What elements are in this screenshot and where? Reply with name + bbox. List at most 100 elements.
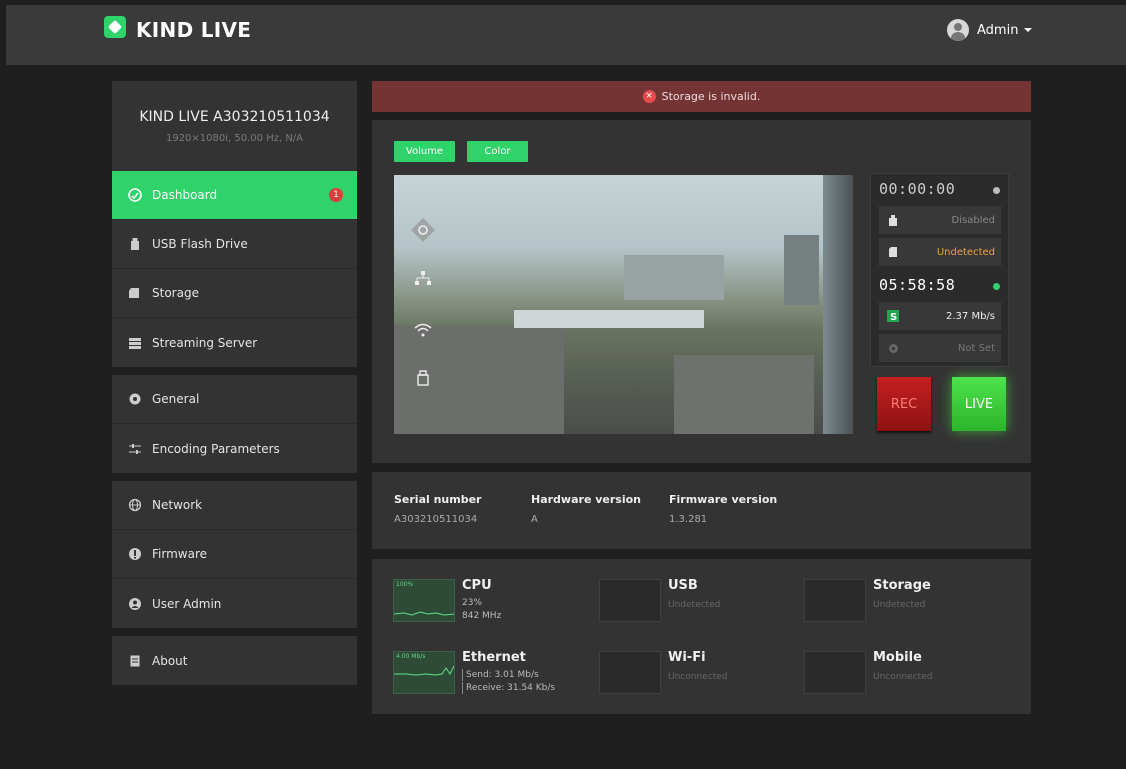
sidebar-item-encoding-parameters[interactable]: Encoding Parameters	[112, 424, 357, 473]
stream-timer: 05:58:58	[879, 276, 956, 294]
status-panel: 00:00:00 Disabled Undetected 05:58:58 S …	[870, 173, 1009, 367]
wifi-monitor-status: Unconnected	[668, 672, 728, 682]
live-button[interactable]: LIVE	[952, 377, 1006, 431]
server-icon	[128, 336, 142, 350]
device-name: KIND LIVE A303210511034	[139, 109, 330, 125]
cpu-usage: 23%	[462, 598, 483, 608]
sidebar-item-label: Encoding Parameters	[152, 441, 280, 456]
sd-card-icon	[887, 246, 899, 258]
ethernet-receive: Receive: 31.54 Kb/s	[462, 682, 555, 694]
storage-alert: × Storage is invalid.	[372, 81, 1031, 112]
volume-button[interactable]: Volume	[394, 141, 455, 162]
hardware-value: A	[531, 514, 538, 525]
stream-icon: S	[887, 310, 899, 322]
color-button[interactable]: Color	[467, 141, 528, 162]
server-status: Not Set	[957, 342, 995, 354]
storage-title: Storage	[873, 578, 931, 593]
alert-message: Storage is invalid.	[661, 90, 761, 103]
device-header: KIND LIVE A303210511034 1920×1080i, 50.0…	[112, 81, 357, 171]
svg-text:S: S	[890, 312, 897, 322]
device-info-panel	[372, 472, 1031, 549]
usb-title: USB	[668, 578, 698, 593]
cpu-title: CPU	[462, 578, 492, 593]
user-icon	[128, 597, 142, 611]
storage-monitor-status: Undetected	[873, 600, 926, 610]
sidebar-item-about[interactable]: About	[112, 636, 357, 685]
usb-status: Disabled	[951, 214, 995, 226]
usb-icon	[128, 237, 142, 251]
cpu-frequency: 842 MHz	[462, 611, 502, 621]
sidebar-item-label: Streaming Server	[152, 335, 258, 350]
sidebar-item-dashboard[interactable]: Dashboard 1	[112, 171, 357, 220]
sidebar-group-settings: General Encoding Parameters	[112, 375, 357, 473]
sidebar-group-system: Network Firmware User Admin	[112, 481, 357, 628]
sidebar-item-label: Network	[152, 498, 203, 512]
sidebar-item-label: Storage	[152, 286, 199, 300]
ethernet-send: Send: 3.01 Mb/s	[462, 669, 539, 681]
firmware-label: Firmware version	[669, 493, 778, 506]
chevron-down-icon	[1024, 28, 1033, 32]
sliders-icon	[128, 442, 142, 456]
usb-monitor-status: Undetected	[668, 600, 721, 610]
camera-icon	[408, 215, 438, 245]
rec-button[interactable]: REC	[877, 377, 931, 431]
sidebar-item-firmware[interactable]: Firmware	[112, 530, 357, 579]
cpu-graph-line	[394, 611, 454, 616]
error-icon: ×	[642, 90, 656, 103]
mobile-monitor-status: Unconnected	[873, 672, 933, 682]
wifi-icon	[408, 315, 438, 345]
network-icon	[408, 263, 438, 293]
record-timer: 00:00:00	[879, 180, 956, 198]
globe-icon	[128, 498, 142, 512]
usb-graph	[599, 579, 661, 622]
document-icon	[128, 654, 142, 668]
user-menu[interactable]: Admin	[947, 19, 1033, 41]
gear-icon	[887, 342, 899, 354]
ethernet-graph: 4.00 Mb/s	[393, 651, 455, 694]
device-signal: 1920×1080i, 50.00 Hz, N/A	[165, 133, 304, 144]
usb-status-row: Disabled	[879, 206, 1001, 234]
firmware-value: 1.3.281	[669, 514, 708, 525]
mobile-title: Mobile	[873, 650, 922, 665]
gauge-icon	[128, 188, 142, 202]
brand-title[interactable]: KIND LIVE	[136, 18, 251, 42]
video-preview[interactable]	[394, 175, 853, 434]
sidebar-item-label: About	[152, 653, 188, 668]
wifi-title: Wi-Fi	[668, 650, 706, 665]
stream-rate-row: S 2.37 Mb/s	[879, 302, 1001, 330]
sidebar-group-main: Dashboard 1 USB Flash Drive Storage Stre…	[112, 171, 357, 367]
cpu-graph: 100%	[393, 579, 455, 622]
mobile-graph	[804, 651, 866, 694]
storage-status-row: Undetected	[879, 238, 1001, 266]
firmware-icon	[128, 547, 142, 561]
hardware-label: Hardware version	[531, 493, 641, 506]
sidebar-item-network[interactable]: Network	[112, 481, 357, 530]
sidebar-group-about: About	[112, 636, 357, 685]
sidebar-item-user-admin[interactable]: User Admin	[112, 579, 357, 628]
stream-indicator	[993, 283, 1000, 290]
avatar-icon	[947, 19, 969, 41]
sidebar-item-label: USB Flash Drive	[152, 237, 248, 251]
serial-value: A303210511034	[394, 514, 478, 525]
sidebar-item-usb-flash-drive[interactable]: USB Flash Drive	[112, 220, 357, 269]
gear-icon	[128, 392, 142, 406]
video-window-frame	[823, 175, 853, 434]
stream-rate: 2.37 Mb/s	[946, 310, 995, 322]
kind-live-logo-icon[interactable]	[104, 16, 126, 38]
sidebar-item-label: General	[152, 392, 200, 406]
sidebar-item-storage[interactable]: Storage	[112, 269, 357, 318]
storage-status: Undetected	[936, 246, 995, 258]
usb-icon	[408, 363, 438, 393]
sidebar-item-label: User Admin	[152, 596, 222, 611]
sidebar-item-streaming-server[interactable]: Streaming Server	[112, 318, 357, 367]
wifi-graph	[599, 651, 661, 694]
ethernet-graph-line	[394, 665, 454, 676]
sidebar-item-general[interactable]: General	[112, 375, 357, 424]
storage-graph	[804, 579, 866, 622]
usb-icon	[887, 214, 899, 226]
sidebar-item-label: Dashboard	[152, 188, 218, 202]
sd-card-icon	[128, 286, 142, 300]
sidebar-item-label: Firmware	[152, 547, 207, 561]
ethernet-title: Ethernet	[462, 650, 526, 665]
video-building	[784, 235, 819, 305]
